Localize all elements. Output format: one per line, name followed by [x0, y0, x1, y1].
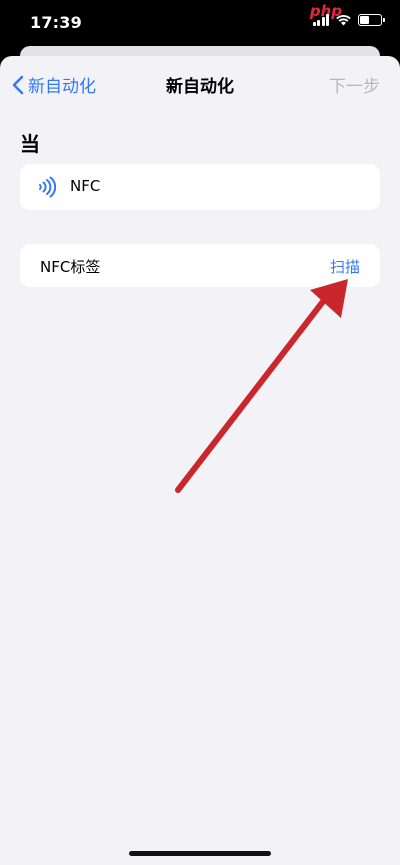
battery-icon — [358, 14, 385, 26]
status-bar: 17:39 php — [0, 0, 400, 46]
nfc-tag-label: NFC标签 — [40, 258, 101, 276]
scan-button[interactable]: 扫描 — [330, 256, 360, 277]
nfc-icon — [39, 176, 56, 198]
wifi-icon — [336, 15, 351, 26]
trigger-label: NFC — [70, 177, 101, 195]
trigger-row[interactable]: NFC — [20, 164, 380, 210]
nfc-tag-row: NFC标签 扫描 — [20, 244, 380, 287]
next-button[interactable]: 下一步 — [329, 72, 380, 97]
status-time: 17:39 — [30, 13, 82, 32]
section-title: 当 — [20, 132, 40, 156]
home-indicator — [129, 851, 271, 856]
automation-sheet: 新自动化 新自动化 下一步 当 NFC NFC标签 扫描 — [0, 56, 400, 865]
cellular-signal-icon — [312, 14, 329, 26]
status-icons — [312, 14, 385, 26]
nav-bar: 新自动化 新自动化 下一步 — [0, 56, 400, 112]
battery-level — [360, 16, 369, 24]
